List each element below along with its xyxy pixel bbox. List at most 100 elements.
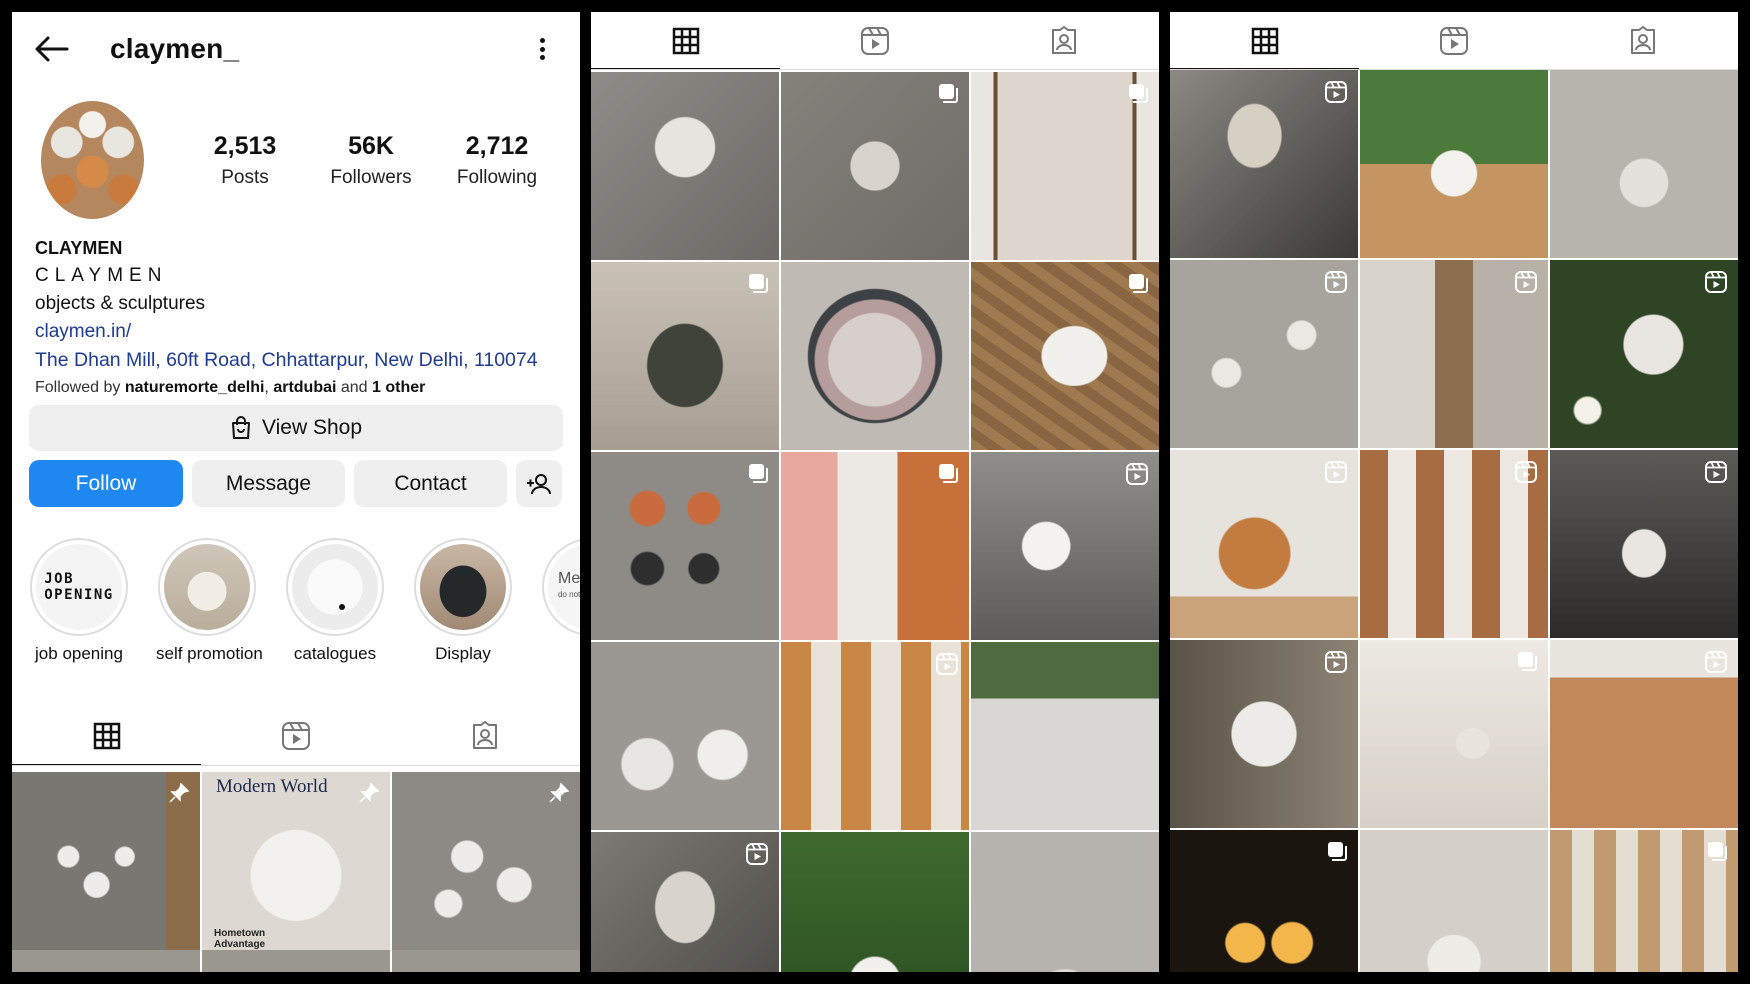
profile-tabs	[591, 12, 1159, 70]
post-thumbnail[interactable]	[591, 642, 779, 830]
stat-value: 2,513	[213, 131, 277, 160]
post-thumbnail[interactable]	[591, 452, 779, 640]
post-thumbnail[interactable]	[1360, 640, 1548, 828]
back-arrow-icon	[35, 36, 69, 62]
tab-tagged[interactable]	[391, 706, 580, 766]
reel-badge-icon	[1515, 271, 1537, 293]
post-thumbnail[interactable]	[1550, 450, 1738, 638]
post-thumbnail[interactable]	[1550, 70, 1738, 258]
post-thumbnail[interactable]	[781, 832, 969, 972]
followed-by-prefix: Followed by	[35, 379, 125, 396]
post-footer-line: Advantage	[214, 939, 266, 950]
profile-username: claymen_	[110, 33, 240, 64]
followed-by[interactable]: Followed by naturemorte_delhi, artdubai …	[35, 374, 557, 402]
post-thumbnail[interactable]	[1360, 830, 1548, 972]
profile-header: 2,513 Posts 56K Followers 2,712 Followin…	[12, 86, 580, 234]
tab-posts-grid[interactable]	[591, 12, 781, 70]
post-thumbnail[interactable]	[781, 452, 969, 640]
profile-stats: 2,513 Posts 56K Followers 2,712 Followin…	[182, 132, 560, 189]
highlight-cover	[420, 544, 506, 630]
post-thumbnail[interactable]: Modern World Hometown Advantage	[202, 772, 390, 960]
post-thumbnail[interactable]	[781, 642, 969, 830]
post-thumbnail[interactable]	[781, 72, 969, 260]
post-thumbnail[interactable]	[1170, 640, 1358, 828]
post-thumbnail[interactable]	[1550, 260, 1738, 448]
view-shop-button[interactable]: View Shop	[29, 405, 563, 451]
post-thumbnail[interactable]	[1360, 450, 1548, 638]
reel-badge-icon	[1705, 271, 1727, 293]
pinned-posts-grid: Modern World Hometown Advantage	[12, 772, 580, 960]
stat-posts[interactable]: 2,513 Posts	[182, 132, 308, 189]
bio-address[interactable]: The Dhan Mill, 60ft Road, Chhattarpur, N…	[35, 346, 557, 374]
follow-button[interactable]: Follow	[29, 460, 183, 507]
post-footer-line: Hometown	[214, 928, 266, 939]
reels-icon	[860, 27, 889, 55]
post-thumbnail[interactable]	[971, 262, 1159, 450]
reel-badge-icon	[1515, 461, 1537, 483]
tab-posts-grid[interactable]	[1170, 12, 1360, 70]
highlight-display[interactable]: Display	[412, 538, 514, 664]
post-footer-text: Hometown Advantage	[214, 928, 265, 950]
post-thumbnail[interactable]	[1170, 450, 1358, 638]
stat-value: 2,712	[465, 131, 529, 160]
followed-by-user: naturemorte_delhi	[124, 379, 265, 396]
post-thumbnail[interactable]	[1170, 260, 1358, 448]
post-thumbnail[interactable]	[1360, 70, 1548, 258]
message-button[interactable]: Message	[192, 460, 345, 507]
post-thumbnail[interactable]	[971, 832, 1159, 972]
carousel-icon	[939, 464, 958, 483]
contact-button[interactable]: Contact	[354, 460, 507, 507]
tagged-icon	[1631, 26, 1656, 54]
post-thumbnail[interactable]	[392, 772, 580, 960]
reel-badge-icon	[1325, 271, 1347, 293]
grid-icon	[1251, 27, 1278, 55]
followed-by-user: artdubai	[273, 379, 337, 396]
more-options-icon[interactable]	[532, 34, 552, 64]
next-row-thumbnails	[12, 950, 580, 972]
post-thumbnail[interactable]	[591, 72, 779, 260]
tab-reels[interactable]	[201, 706, 390, 766]
post-thumbnail[interactable]	[971, 452, 1159, 640]
highlight-label: catalogues	[293, 644, 377, 663]
post-thumbnail[interactable]	[781, 262, 969, 450]
tab-posts-grid[interactable]	[12, 706, 202, 766]
add-user-icon	[527, 473, 551, 494]
followed-by-others: 1 other	[372, 379, 426, 396]
post-thumbnail[interactable]	[1360, 260, 1548, 448]
tab-reels[interactable]	[1359, 12, 1548, 70]
post-thumbnail[interactable]	[971, 72, 1159, 260]
highlight-self-promotion[interactable]: self promotion	[156, 538, 263, 664]
highlight-job-opening[interactable]: JOB OPENING job opening	[28, 538, 130, 664]
highlight-cover: Me do not	[548, 544, 580, 630]
reel-badge-icon	[1325, 461, 1347, 483]
bio-category: objects & sculptures	[35, 293, 206, 314]
back-button[interactable]	[32, 29, 72, 69]
avatar[interactable]	[41, 101, 144, 219]
tab-tagged[interactable]	[970, 12, 1159, 70]
stat-label: Following	[456, 166, 538, 188]
post-thumbnail[interactable]	[591, 262, 779, 450]
highlight-partial[interactable]: Me do not sel	[540, 538, 580, 664]
pin-icon	[169, 782, 190, 803]
reels-icon	[1439, 27, 1468, 55]
stat-followers[interactable]: 56K Followers	[308, 132, 434, 189]
bio-link[interactable]: claymen.in/	[35, 318, 557, 346]
stat-following[interactable]: 2,712 Following	[434, 132, 560, 189]
highlight-catalogues[interactable]: catalogues	[284, 538, 386, 664]
post-thumbnail[interactable]	[971, 642, 1159, 830]
profile-bio: CLAYMEN CLAYMEN objects & sculptures cla…	[12, 234, 580, 402]
tagged-icon	[473, 721, 498, 749]
post-thumbnail[interactable]	[1170, 70, 1358, 258]
tab-tagged[interactable]	[1549, 12, 1738, 70]
post-thumbnail[interactable]	[1170, 830, 1358, 972]
highlight-label: sel	[540, 644, 580, 664]
post-thumbnail[interactable]	[1550, 830, 1738, 972]
post-thumbnail[interactable]	[1550, 640, 1738, 828]
reels-icon	[281, 722, 310, 750]
post-thumbnail[interactable]	[12, 772, 200, 960]
tab-reels[interactable]	[780, 12, 969, 70]
post-thumbnail[interactable]	[591, 832, 779, 972]
profile-tabs	[1170, 12, 1738, 70]
add-user-button[interactable]	[516, 460, 562, 507]
top-bar: claymen_	[12, 12, 580, 86]
